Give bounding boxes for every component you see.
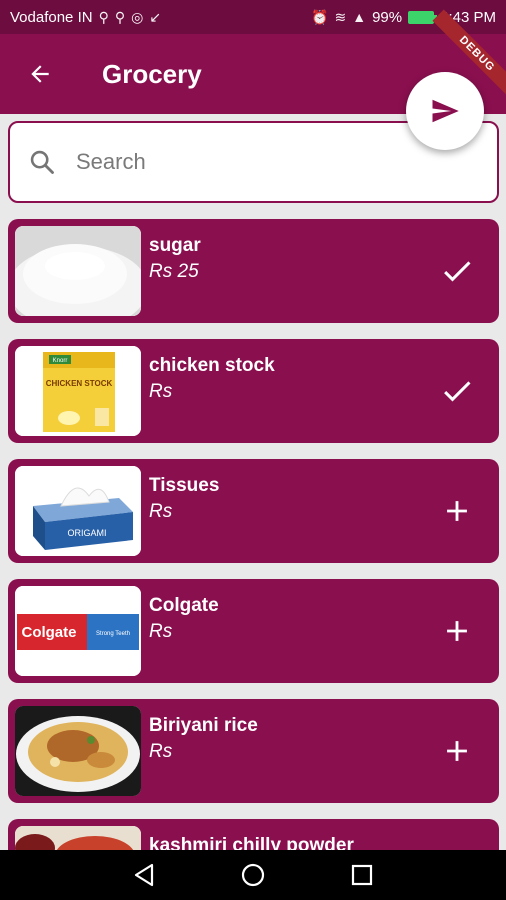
- checked-button[interactable]: [437, 369, 477, 413]
- item-name: kashmiri chilly powder: [149, 835, 354, 850]
- arrow-left-icon: [31, 65, 49, 83]
- whatsapp-icon: ◎: [131, 8, 144, 25]
- battery-icon: [408, 10, 438, 24]
- product-label: CHICKEN STOCK: [46, 379, 113, 388]
- nav-back-button[interactable]: [124, 855, 164, 895]
- colgate-brand: Colgate: [21, 624, 76, 641]
- add-button[interactable]: [437, 609, 477, 653]
- item-name: chicken stock: [149, 355, 275, 376]
- usb-icon: ⚲: [98, 8, 109, 25]
- usb-icon: ⚲: [114, 8, 126, 25]
- chilly-powder-image: [15, 826, 141, 850]
- item-name: Colgate: [149, 595, 219, 616]
- search-icon: [30, 150, 54, 174]
- back-button[interactable]: [0, 34, 80, 114]
- item-name: Tissues: [149, 475, 220, 496]
- status-right: ⏰ ≋ ▲ 99% 4:43 PM: [311, 9, 496, 26]
- list-item[interactable]: Colgate Strong Teeth Colgate Rs: [8, 579, 499, 683]
- add-button[interactable]: [437, 489, 477, 533]
- list-item[interactable]: ORIGAMI Tissues Rs: [8, 459, 499, 563]
- item-price: Rs 25: [149, 261, 199, 282]
- item-price: Rs: [149, 741, 173, 762]
- carrier-label: Vodafone IN: [10, 8, 93, 26]
- status-bar: Vodafone IN ⚲ ⚲ ◎ ↙ ⏰ ≋ ▲ 99% 4:43 PM: [0, 0, 506, 34]
- nav-recent-button[interactable]: [342, 855, 382, 895]
- plus-icon: [447, 501, 467, 521]
- sugar-image: [15, 226, 141, 316]
- item-price: Rs: [149, 381, 173, 402]
- list-item[interactable]: Biriyani rice Rs: [8, 699, 499, 803]
- check-icon: [444, 261, 471, 282]
- search-input[interactable]: [76, 149, 436, 175]
- colgate-image: Colgate Strong Teeth: [15, 586, 141, 676]
- plus-icon: [447, 621, 467, 641]
- add-button[interactable]: [437, 729, 477, 773]
- battery-percent: 99%: [372, 8, 403, 26]
- circle-home-icon: [241, 863, 265, 887]
- tissues-image: ORIGAMI: [15, 466, 141, 556]
- navigation-bar: [0, 850, 506, 900]
- wifi-icon: ≋: [334, 8, 347, 25]
- plus-icon: [447, 741, 467, 761]
- item-price: Rs: [149, 621, 173, 642]
- signal-icon: ▲: [352, 9, 367, 25]
- biriyani-image: [15, 706, 141, 796]
- item-price: Rs: [149, 501, 173, 522]
- send-icon: [432, 99, 459, 123]
- grocery-list: sugar Rs 25 Knorr CHICKEN STOCK chicken …: [8, 219, 499, 850]
- list-item[interactable]: kashmiri chilly powder: [8, 819, 499, 850]
- colgate-sub: Strong Teeth: [96, 631, 130, 637]
- page-title: Grocery: [102, 58, 202, 89]
- alarm-icon: ⏰: [311, 8, 329, 25]
- chicken-stock-image: Knorr CHICKEN STOCK: [15, 346, 141, 436]
- brand-text: Knorr: [53, 358, 68, 364]
- status-left: Vodafone IN ⚲ ⚲ ◎ ↙: [10, 9, 161, 26]
- item-name: sugar: [149, 235, 201, 256]
- triangle-back-icon: [135, 863, 154, 887]
- check-icon: [444, 381, 471, 402]
- missed-call-icon: ↙: [149, 8, 162, 25]
- list-item[interactable]: Knorr CHICKEN STOCK chicken stock Rs: [8, 339, 499, 443]
- tissue-brand: ORIGAMI: [67, 528, 106, 538]
- list-item[interactable]: sugar Rs 25: [8, 219, 499, 323]
- item-name: Biriyani rice: [149, 715, 258, 736]
- checked-button[interactable]: [437, 249, 477, 293]
- square-recent-icon: [351, 864, 372, 886]
- nav-home-button[interactable]: [233, 855, 273, 895]
- send-button[interactable]: [406, 72, 484, 150]
